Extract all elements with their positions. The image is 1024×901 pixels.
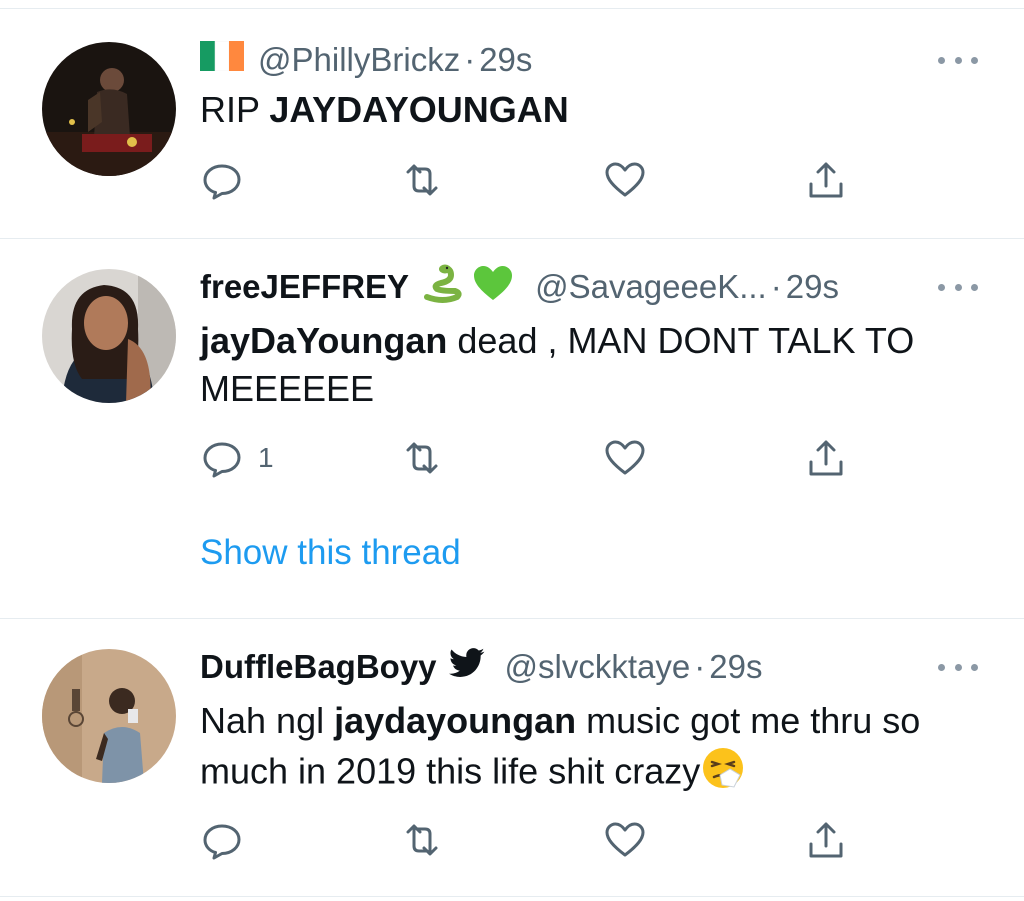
more-icon[interactable]: [938, 277, 978, 297]
avatar-image: [42, 42, 176, 176]
like-icon: [605, 162, 645, 197]
avatar-image: [42, 649, 176, 783]
more-icon[interactable]: [938, 657, 978, 677]
retweet-icon: [406, 164, 438, 196]
irish-flag-icon: [200, 40, 244, 79]
share-button[interactable]: [804, 818, 848, 862]
user-handle[interactable]: @PhillyBrickz: [258, 41, 460, 79]
bottom-divider: [0, 896, 1024, 897]
reply-count: 1: [258, 442, 274, 473]
retweet-button[interactable]: [400, 158, 444, 202]
reply-icon: [203, 442, 241, 478]
timestamp[interactable]: 29s: [479, 41, 532, 79]
tweet-text-prefix: Nah ngl: [200, 700, 335, 741]
green-heart-emoji-icon: [471, 261, 515, 313]
tweet-text: jayDaYoungan dead , MAN DONT TALK TO MEE…: [200, 317, 984, 413]
tweet-text: RIP JAYDAYOUNGAN: [200, 86, 984, 134]
share-icon: [809, 822, 843, 858]
reply-button[interactable]: 1: [200, 436, 274, 480]
user-handle[interactable]: @SavageeeK...: [535, 268, 767, 306]
like-button[interactable]: [603, 818, 647, 862]
avatar[interactable]: [42, 269, 176, 403]
snake-emoji-icon: [421, 261, 465, 313]
tweet-3[interactable]: DuffleBagBoyy @slvckktaye · 29s Nah ngl …: [0, 619, 1024, 901]
like-icon: [605, 440, 645, 475]
like-icon: [605, 822, 645, 857]
reply-button[interactable]: [200, 158, 244, 202]
user-handle[interactable]: @slvckktaye: [505, 648, 691, 686]
retweet-icon: [406, 824, 438, 856]
share-icon: [809, 162, 843, 198]
tweet-text-highlight: jayDaYoungan: [200, 320, 448, 361]
timestamp[interactable]: 29s: [709, 648, 762, 686]
retweet-button[interactable]: [400, 818, 444, 862]
reply-icon: [203, 824, 241, 860]
display-name[interactable]: DuffleBagBoyy: [200, 648, 437, 686]
action-bar: [200, 818, 860, 862]
like-button[interactable]: [603, 436, 647, 480]
tweet-header: freeJEFFREY @SavageeeK... · 29s: [200, 264, 964, 309]
share-button[interactable]: [804, 158, 848, 202]
tweet-text-prefix: RIP: [200, 89, 270, 130]
tweet-text-highlight: JAYDAYOUNGAN: [269, 89, 569, 130]
sneezing-face-emoji-icon: [700, 745, 746, 803]
more-icon[interactable]: [938, 50, 978, 70]
twitter-bird-icon: [448, 648, 485, 686]
tweet-header: DuffleBagBoyy @slvckktaye · 29s: [200, 645, 964, 689]
show-thread-link[interactable]: Show this thread: [200, 533, 461, 573]
like-button[interactable]: [603, 158, 647, 202]
retweet-icon: [406, 442, 438, 474]
avatar[interactable]: [42, 649, 176, 783]
avatar-image: [42, 269, 176, 403]
avatar[interactable]: [42, 42, 176, 176]
display-name[interactable]: freeJEFFREY: [200, 268, 409, 306]
share-button[interactable]: [804, 436, 848, 480]
reply-icon: [203, 164, 241, 200]
reply-button[interactable]: [200, 818, 244, 862]
tweet-1[interactable]: @PhillyBrickz · 29s RIP JAYDAYOUNGAN: [0, 0, 1024, 238]
tweet-2[interactable]: freeJEFFREY @SavageeeK... · 29s jayDaYou…: [0, 239, 1024, 619]
action-bar: [200, 158, 860, 202]
separator-dot: ·: [770, 268, 782, 305]
tweet-header: @PhillyBrickz · 29s: [200, 38, 964, 82]
share-icon: [809, 440, 843, 476]
separator-dot: ·: [464, 41, 476, 78]
separator-dot: ·: [694, 648, 706, 685]
action-bar: 1: [200, 436, 860, 480]
retweet-button[interactable]: [400, 436, 444, 480]
timestamp[interactable]: 29s: [786, 268, 839, 306]
tweet-text-highlight: jaydayoungan: [334, 700, 577, 741]
tweet-text: Nah ngl jaydayoungan music got me thru s…: [200, 697, 984, 803]
